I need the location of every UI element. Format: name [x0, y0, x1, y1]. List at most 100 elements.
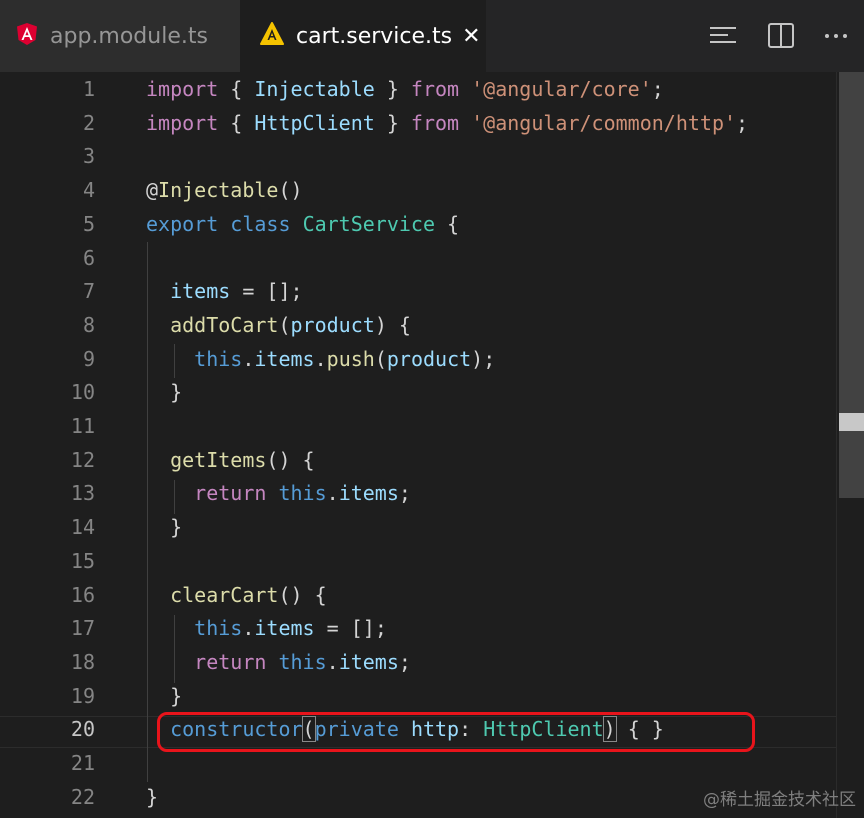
- code-token: import: [146, 77, 219, 101]
- code-token: Injectable: [158, 178, 279, 203]
- code-token: private: [314, 717, 399, 742]
- code-line[interactable]: 12 getItems() {: [0, 443, 836, 477]
- code-text: export class CartService {: [146, 207, 459, 241]
- angular-service-icon: [260, 22, 284, 50]
- code-token: .: [314, 346, 327, 371]
- code-token: product: [386, 346, 472, 371]
- code-token: (: [374, 346, 387, 371]
- code-token: Injectable: [254, 77, 375, 101]
- line-number: 15: [70, 548, 95, 573]
- code-line[interactable]: 1 import { Injectable } from '@angular/co…: [0, 72, 836, 106]
- code-token: class: [230, 211, 291, 236]
- code-token: {: [435, 211, 460, 236]
- line-number: 8: [82, 312, 95, 337]
- code-editor[interactable]: 1 import { Injectable } from '@angular/co…: [0, 72, 864, 818]
- indent-guide: [174, 344, 175, 378]
- code-token: () {: [266, 447, 315, 472]
- tab-app-module[interactable]: app.module.ts: [0, 0, 240, 72]
- code-token: CartService: [302, 211, 436, 236]
- code-token: clearCart: [170, 582, 279, 607]
- line-number: 4: [82, 178, 95, 203]
- tab-label: app.module.ts: [50, 23, 208, 49]
- code-line[interactable]: 21: [0, 746, 836, 780]
- code-line[interactable]: 7 items = [];: [0, 274, 836, 308]
- code-line[interactable]: 15: [0, 544, 836, 578]
- code-token: this: [278, 649, 327, 674]
- code-line[interactable]: 17 this.items = [];: [0, 611, 836, 645]
- code-token: '@angular/core': [471, 77, 652, 101]
- code-line[interactable]: 19 }: [0, 679, 836, 713]
- code-token: }: [146, 380, 183, 405]
- code-token: HttpClient: [254, 110, 375, 135]
- code-line[interactable]: 2 import { HttpClient } from '@angular/co…: [0, 106, 836, 140]
- indent-guide: [174, 480, 175, 514]
- code-token: this: [278, 481, 327, 506]
- code-line[interactable]: 11: [0, 409, 836, 443]
- indent-guide: [174, 615, 175, 683]
- line-number: 11: [70, 414, 95, 438]
- outline-icon[interactable]: [708, 22, 738, 50]
- close-icon[interactable]: ✕: [462, 24, 480, 49]
- code-token: ) {: [374, 312, 411, 337]
- line-number: 19: [70, 683, 95, 708]
- code-token: }: [374, 110, 411, 135]
- code-token: .: [242, 616, 255, 641]
- code-token: import: [146, 110, 219, 135]
- code-token: '@angular/common/http': [471, 110, 737, 135]
- code-line[interactable]: 8 addToCart(product) {: [0, 308, 836, 342]
- tab-cart-service[interactable]: cart.service.ts ✕: [240, 0, 486, 72]
- code-token: return: [194, 481, 267, 506]
- code-token: HttpClient: [483, 717, 604, 742]
- line-number: 9: [82, 346, 95, 371]
- code-text: addToCart(product) {: [146, 308, 411, 342]
- matching-bracket: ): [602, 716, 617, 743]
- code-text: }: [146, 679, 182, 713]
- code-text: this.items = [];: [146, 611, 387, 645]
- more-actions-icon[interactable]: [822, 22, 852, 50]
- code-line[interactable]: 20 constructor(private http: HttpClient)…: [0, 712, 836, 746]
- code-line[interactable]: 16 clearCart() {: [0, 578, 836, 612]
- code-text: }: [146, 375, 182, 409]
- code-token: this: [194, 346, 243, 371]
- code-line[interactable]: 3: [0, 139, 836, 173]
- code-line[interactable]: 4 @Injectable(): [0, 173, 836, 207]
- line-number: 12: [70, 447, 95, 472]
- code-token: items: [338, 649, 399, 674]
- code-token: {: [218, 77, 255, 101]
- line-number: 7: [82, 279, 95, 304]
- line-number: 13: [70, 481, 95, 506]
- code-token: from: [410, 110, 460, 135]
- code-token: }: [146, 683, 183, 708]
- code-line[interactable]: 14 }: [0, 510, 836, 544]
- code-line[interactable]: 6: [0, 241, 836, 275]
- code-token: :: [459, 717, 484, 742]
- code-line[interactable]: 5 export class CartService {: [0, 207, 836, 241]
- code-token: items: [170, 279, 231, 304]
- matching-bracket: (: [301, 716, 316, 743]
- code-token: }: [146, 515, 183, 540]
- code-token: items: [338, 481, 399, 506]
- code-line[interactable]: 9 this.items.push(product);: [0, 342, 836, 376]
- code-text: @Injectable(): [146, 173, 303, 207]
- line-number: 1: [82, 77, 95, 101]
- split-editor-icon[interactable]: [766, 22, 796, 50]
- scrollbar-thumb[interactable]: [839, 72, 864, 498]
- code-line[interactable]: 10 }: [0, 375, 836, 409]
- line-number: 22: [70, 784, 95, 809]
- code-token: (): [278, 178, 303, 203]
- code-line[interactable]: 18 return this.items;: [0, 645, 836, 679]
- code-token: () {: [278, 582, 327, 607]
- code-token: constructor: [170, 717, 303, 742]
- code-text: import { Injectable } from '@angular/cor…: [146, 72, 664, 106]
- tab-bar: app.module.ts cart.service.ts ✕: [0, 0, 864, 72]
- code-text: constructor(private http: HttpClient) { …: [146, 712, 664, 746]
- code-token: .: [242, 346, 255, 371]
- code-line[interactable]: 13 return this.items;: [0, 476, 836, 510]
